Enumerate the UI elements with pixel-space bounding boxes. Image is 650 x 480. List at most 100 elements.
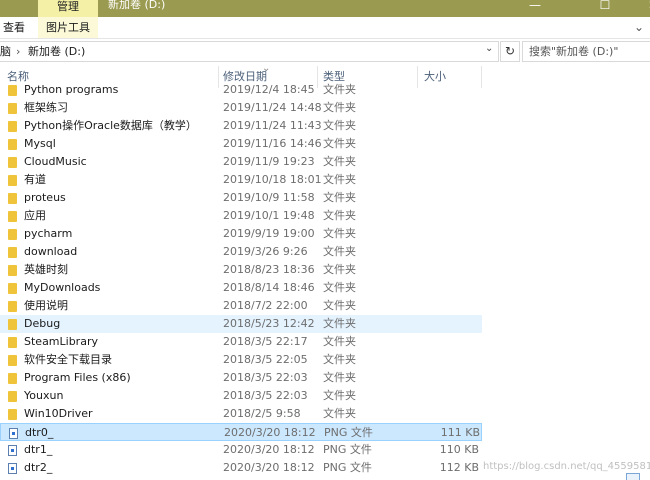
file-name: 使用说明 [24,299,68,312]
file-type: 文件夹 [323,155,356,168]
file-date: 2019/9/19 19:00 [223,227,315,240]
tab-picture-tools[interactable]: 图片工具 [38,17,98,38]
window-title: 新加卷 (D:) [108,0,166,11]
file-name: Debug [24,317,61,330]
file-name: 应用 [24,209,46,222]
manage-tab[interactable]: 管理 [38,0,98,17]
file-date: 2018/5/23 12:42 [223,317,315,330]
file-row[interactable]: Debug 2018/5/23 12:42 文件夹 [0,315,482,333]
png-file-icon [9,428,18,439]
file-type: 文件夹 [323,209,356,222]
file-name: Win10Driver [24,407,93,420]
file-type: 文件夹 [323,335,356,348]
file-type: PNG 文件 [323,461,372,474]
folder-icon [8,409,17,420]
file-row[interactable]: 应用 2019/10/1 19:48 文件夹 [0,207,482,225]
file-row[interactable]: Youxun 2018/3/5 22:03 文件夹 [0,387,482,405]
file-type: 文件夹 [323,371,356,384]
file-row[interactable]: Win10Driver 2018/2/5 9:58 文件夹 [0,405,482,423]
file-type: 文件夹 [323,137,356,150]
refresh-icon[interactable]: ↻ [500,41,520,62]
file-type: 文件夹 [323,317,356,330]
folder-icon [8,157,17,168]
folder-icon [8,103,17,114]
folder-icon [8,355,17,366]
file-row[interactable]: Python programs 2019/12/4 18:45 文件夹 [0,81,482,99]
chevron-down-icon[interactable]: ⌄ [634,20,644,34]
file-name: MyDownloads [24,281,101,294]
file-row[interactable]: 框架练习 2019/11/24 14:48 文件夹 [0,99,482,117]
title-bar: 管理 新加卷 (D:) — ☐ ✕ [0,0,650,17]
file-row[interactable]: Mysql 2019/11/16 14:46 文件夹 [0,135,482,153]
tab-view[interactable]: 查看 [3,17,25,38]
file-date: 2019/10/18 18:01 [223,173,322,186]
folder-icon [8,301,17,312]
file-name: Python programs [24,83,119,96]
file-date: 2018/7/2 22:00 [223,299,308,312]
file-type: 文件夹 [323,227,356,240]
file-date: 2018/8/23 18:36 [223,263,315,276]
breadcrumb-separator-icon[interactable]: › [16,42,20,61]
breadcrumb-drive[interactable]: 新加卷 (D:) [28,42,85,61]
address-prefix: 脑 [0,45,11,58]
file-type: 文件夹 [323,191,356,204]
file-row[interactable]: 英雄时刻 2018/8/23 18:36 文件夹 [0,261,482,279]
minimize-button[interactable]: — [512,0,558,12]
file-row[interactable]: dtr2_ 2020/3/20 18:12 PNG 文件 112 KB [0,459,482,477]
file-date: 2018/3/5 22:17 [223,335,308,348]
file-row[interactable]: CloudMusic 2019/11/9 19:23 文件夹 [0,153,482,171]
file-name: Program Files (x86) [24,371,131,384]
sort-arrow-icon: ⌄ [262,64,271,74]
file-date: 2019/10/9 11:58 [223,191,315,204]
file-name: dtr2_ [24,461,53,474]
file-row[interactable]: 使用说明 2018/7/2 22:00 文件夹 [0,297,482,315]
file-type: 文件夹 [323,281,356,294]
file-name: CloudMusic [24,155,87,168]
chevron-down-icon[interactable]: ⌄ [485,43,493,54]
file-row[interactable]: MyDownloads 2018/8/14 18:46 文件夹 [0,279,482,297]
file-row[interactable]: proteus 2019/10/9 11:58 文件夹 [0,189,482,207]
file-name: 框架练习 [24,101,68,114]
file-row[interactable]: 有道 2019/10/18 18:01 文件夹 [0,171,482,189]
file-row[interactable]: pycharm 2019/9/19 19:00 文件夹 [0,225,482,243]
folder-icon [8,139,17,150]
png-file-icon [8,445,17,456]
address-bar[interactable]: 脑 › 新加卷 (D:) ⌄ [0,41,499,62]
file-row[interactable]: Python操作Oracle数据库（教学） 2019/11/24 11:43 文件夹 [0,117,482,135]
file-row[interactable]: 软件安全下载目录 2018/3/5 22:05 文件夹 [0,351,482,369]
file-name: download [24,245,78,258]
file-row[interactable]: dtr0_ 2020/3/20 18:12 PNG 文件 111 KB [0,423,482,441]
folder-icon [8,211,17,222]
file-type: 文件夹 [323,353,356,366]
search-placeholder: 搜索"新加卷 (D:)" [529,45,619,58]
file-date: 2019/11/16 14:46 [223,137,322,150]
file-size: 112 KB [439,461,479,474]
address-row: 脑 › 新加卷 (D:) ⌄ ↻ 搜索"新加卷 (D:)" [0,39,650,63]
folder-icon [8,337,17,348]
file-name: SteamLibrary [24,335,98,348]
maximize-button[interactable]: ☐ [582,0,628,12]
file-type: 文件夹 [323,407,356,420]
file-type: 文件夹 [323,263,356,276]
file-size: 111 KB [440,426,480,439]
file-size: 110 KB [439,443,479,456]
file-list: 名称 修改日期 ⌄ 类型 大小 Python programs 2019/12/4… [0,64,650,480]
file-name: Youxun [24,389,64,402]
view-toggle-button[interactable] [626,473,640,480]
file-date: 2019/10/1 19:48 [223,209,315,222]
file-type: 文件夹 [323,299,356,312]
file-date: 2018/8/14 18:46 [223,281,315,294]
close-button[interactable]: ✕ [630,0,650,12]
folder-icon [8,391,17,402]
file-type: 文件夹 [323,173,356,186]
file-name: Mysql [24,137,56,150]
file-row[interactable]: download 2019/3/26 9:26 文件夹 [0,243,482,261]
file-row[interactable]: dtr1_ 2020/3/20 18:12 PNG 文件 110 KB [0,441,482,459]
file-date: 2018/2/5 9:58 [223,407,301,420]
file-row[interactable]: Program Files (x86) 2018/3/5 22:03 文件夹 [0,369,482,387]
folder-icon [8,319,17,330]
folder-icon [8,85,17,96]
file-date: 2020/3/20 18:12 [223,443,315,456]
file-row[interactable]: SteamLibrary 2018/3/5 22:17 文件夹 [0,333,482,351]
search-input[interactable]: 搜索"新加卷 (D:)" [522,41,650,62]
